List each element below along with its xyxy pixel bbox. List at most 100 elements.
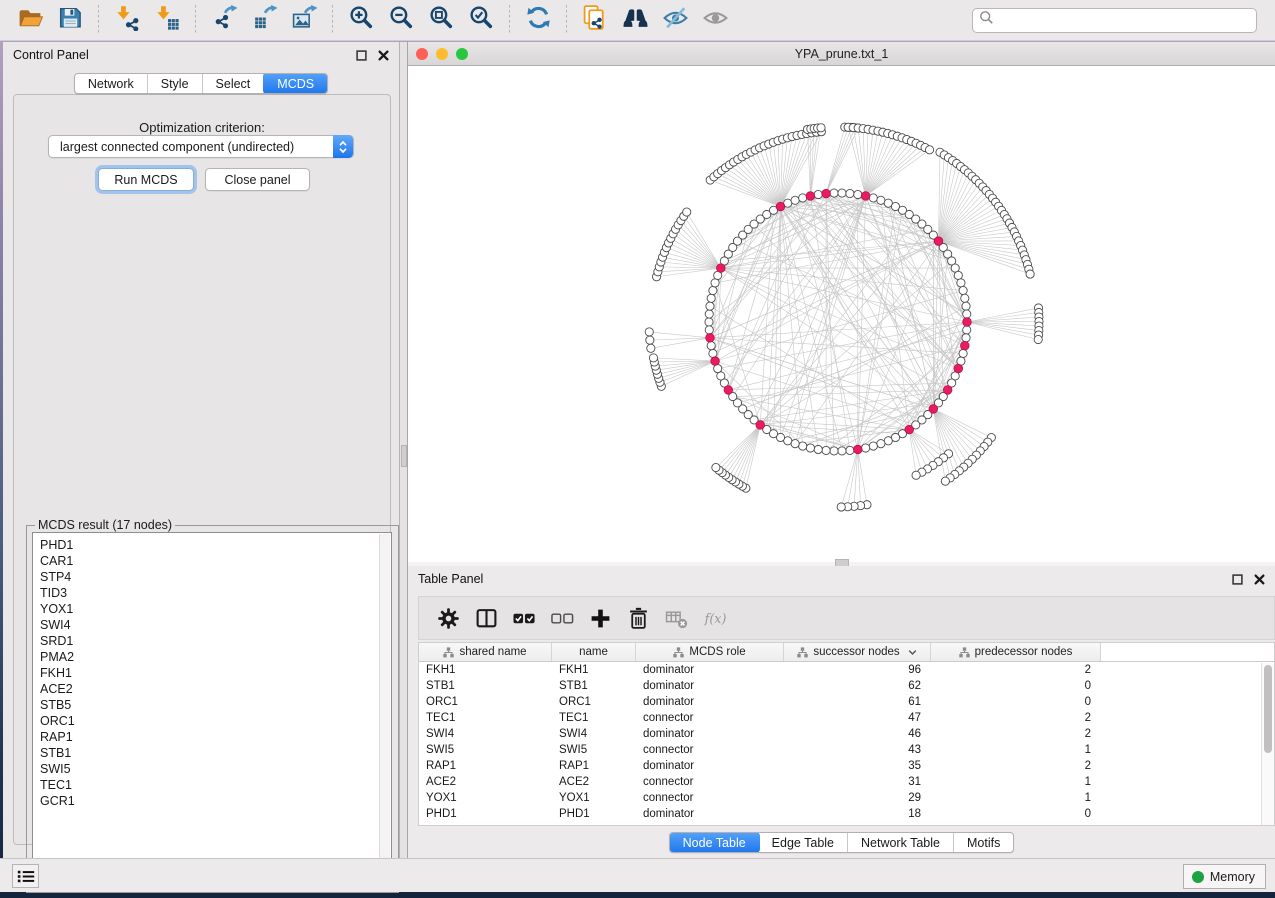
zoom-in-button[interactable]	[341, 4, 381, 36]
mcds-result-item[interactable]: TEC1	[40, 777, 391, 793]
mcds-result-item[interactable]: STB1	[40, 745, 391, 761]
export-image-button[interactable]	[284, 4, 324, 36]
import-table-button[interactable]	[147, 4, 187, 36]
select-all-checkboxes-button[interactable]	[505, 601, 543, 635]
vertical-splitter[interactable]	[400, 42, 408, 858]
mcds-result-item[interactable]: SRD1	[40, 633, 391, 649]
close-panel-button[interactable]: Close panel	[205, 168, 310, 191]
optimization-criterion-select[interactable]: largest connected component (undirected)	[48, 135, 354, 158]
node[interactable]	[709, 286, 717, 294]
table-scrollbar[interactable]	[1261, 663, 1274, 825]
network-canvas[interactable]	[408, 66, 1275, 562]
close-panel-icon[interactable]	[377, 49, 389, 61]
node[interactable]	[962, 302, 970, 310]
node[interactable]	[706, 302, 714, 310]
column-header-MCDS-role[interactable]: MCDS role	[636, 643, 784, 661]
import-network-button[interactable]	[107, 4, 147, 36]
table-row[interactable]: YOX1YOX1connector291	[419, 790, 1274, 806]
node[interactable]	[1026, 270, 1034, 278]
delete-column-button[interactable]	[619, 601, 657, 635]
split-columns-button[interactable]	[467, 601, 505, 635]
table-row[interactable]: ORC1ORC1dominator610	[419, 694, 1274, 710]
control-panel-tab-network[interactable]: Network	[75, 74, 148, 93]
mcds-node[interactable]	[706, 334, 715, 343]
node[interactable]	[957, 279, 965, 287]
mcds-result-item[interactable]: ORC1	[40, 713, 391, 729]
table-tab-node-table[interactable]: Node Table	[669, 832, 760, 853]
node[interactable]	[912, 471, 920, 479]
node[interactable]	[822, 446, 830, 454]
node[interactable]	[705, 326, 713, 334]
table-tab-network-table[interactable]: Network Table	[848, 833, 954, 852]
mcds-result-item[interactable]: CAR1	[40, 553, 391, 569]
node[interactable]	[959, 286, 967, 294]
table-row[interactable]: TEC1TEC1connector472	[419, 710, 1274, 726]
open-folder-button[interactable]	[10, 4, 50, 36]
mcds-result-item[interactable]: SWI4	[40, 617, 391, 633]
mcds-result-item[interactable]: GCR1	[40, 793, 391, 809]
node[interactable]	[962, 334, 970, 342]
mcds-node[interactable]	[861, 192, 870, 201]
scrollbar-thumb[interactable]	[1264, 665, 1272, 753]
export-table-button[interactable]	[244, 4, 284, 36]
node[interactable]	[709, 349, 717, 357]
mcds-list-scrollbar[interactable]	[379, 534, 390, 887]
column-header-name[interactable]: name	[552, 643, 636, 661]
mcds-node[interactable]	[724, 386, 733, 395]
node[interactable]	[854, 190, 862, 198]
node[interactable]	[647, 344, 655, 352]
show-panels-button[interactable]	[12, 864, 39, 888]
node[interactable]	[869, 442, 877, 450]
node[interactable]	[846, 189, 854, 197]
node[interactable]	[646, 336, 654, 344]
column-header-successor-nodes[interactable]: successor nodes	[784, 643, 931, 661]
node[interactable]	[817, 124, 825, 132]
mcds-result-item[interactable]: PMA2	[40, 649, 391, 665]
hide-selected-button[interactable]	[655, 4, 695, 36]
search-box[interactable]	[972, 8, 1257, 33]
node[interactable]	[814, 190, 822, 198]
node[interactable]	[846, 446, 854, 454]
deselect-all-checkboxes-button[interactable]	[543, 601, 581, 635]
mcds-result-item[interactable]: FKH1	[40, 665, 391, 681]
node[interactable]	[806, 444, 814, 452]
mcds-node[interactable]	[963, 318, 972, 327]
save-button[interactable]	[50, 4, 90, 36]
node[interactable]	[837, 503, 845, 511]
node[interactable]	[683, 208, 691, 216]
node[interactable]	[1034, 335, 1042, 343]
zoom-selected-button[interactable]	[461, 4, 501, 36]
node[interactable]	[838, 447, 846, 455]
first-neighbors-button[interactable]	[615, 4, 655, 36]
mcds-node[interactable]	[711, 357, 720, 366]
node[interactable]	[707, 294, 715, 302]
mcds-node[interactable]	[806, 192, 815, 201]
mcds-result-item[interactable]: YOX1	[40, 601, 391, 617]
mcds-node[interactable]	[717, 264, 726, 273]
mcds-result-item[interactable]: SWI5	[40, 761, 391, 777]
mcds-result-item[interactable]: STP4	[40, 569, 391, 585]
float-panel-icon[interactable]	[355, 49, 367, 61]
node[interactable]	[830, 447, 838, 455]
node[interactable]	[645, 328, 653, 336]
column-header-shared-name[interactable]: shared name	[419, 643, 552, 661]
mcds-result-item[interactable]: ACE2	[40, 681, 391, 697]
table-row[interactable]: ACE2ACE2connector311	[419, 774, 1274, 790]
node[interactable]	[791, 196, 799, 204]
node[interactable]	[830, 189, 838, 197]
node[interactable]	[711, 279, 719, 287]
node[interactable]	[838, 189, 846, 197]
table-row[interactable]: SWI4SWI4dominator462	[419, 726, 1274, 742]
node[interactable]	[963, 326, 971, 334]
mcds-node[interactable]	[905, 425, 914, 434]
mcds-node[interactable]	[776, 202, 785, 211]
mcds-node[interactable]	[929, 405, 938, 414]
node[interactable]	[954, 271, 962, 279]
mcds-node[interactable]	[961, 341, 970, 350]
node[interactable]	[877, 440, 885, 448]
table-tab-edge-table[interactable]: Edge Table	[759, 833, 848, 852]
mcds-node[interactable]	[934, 237, 943, 246]
run-mcds-button[interactable]: Run MCDS	[98, 168, 194, 191]
mcds-result-item[interactable]: RAP1	[40, 729, 391, 745]
zoom-fit-button[interactable]	[421, 4, 461, 36]
